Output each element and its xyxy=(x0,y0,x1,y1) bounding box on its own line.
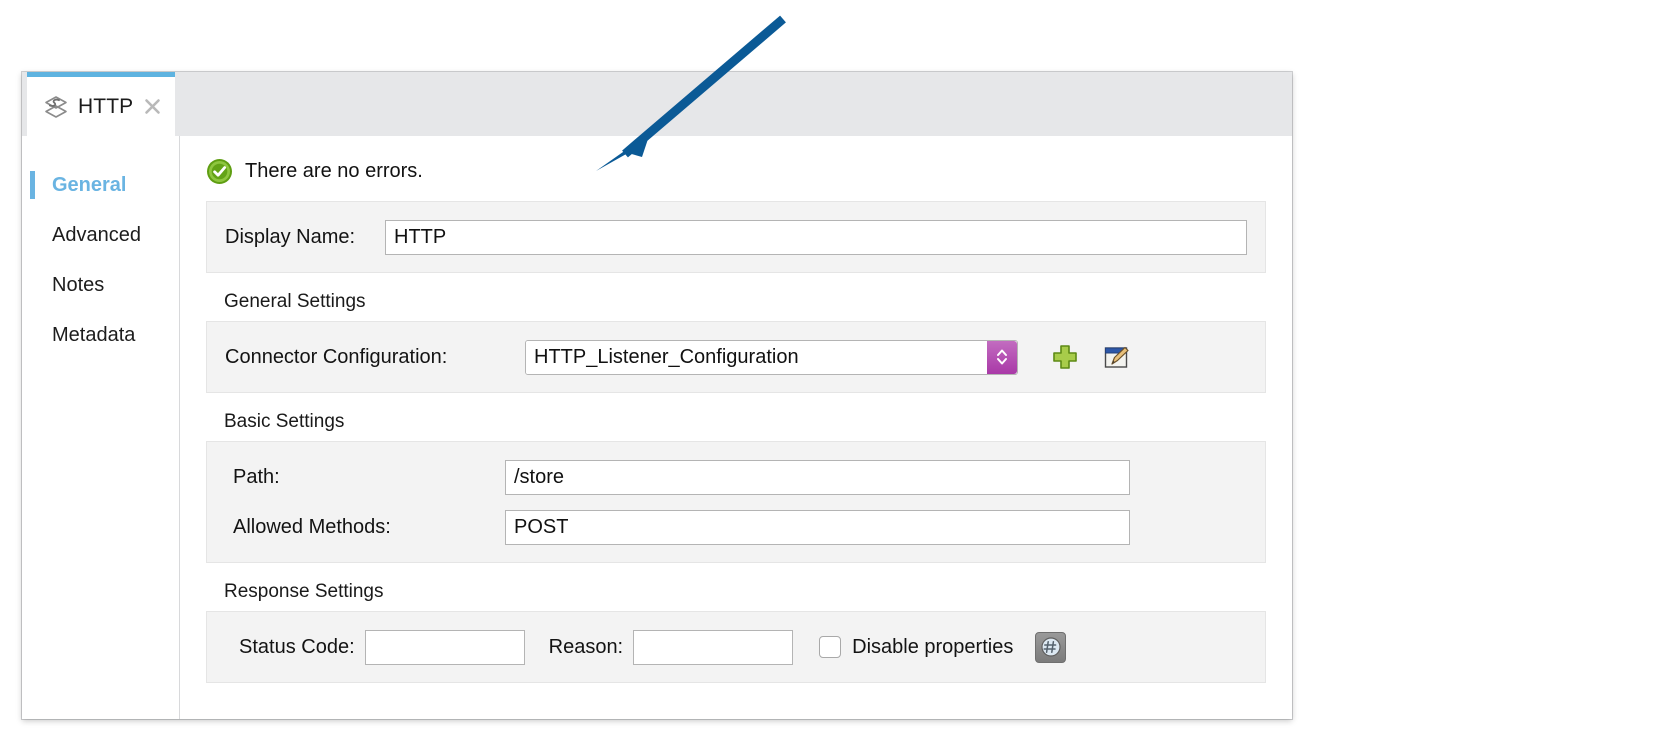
close-icon[interactable] xyxy=(143,97,162,116)
basic-settings-panel: Path: Allowed Methods: xyxy=(206,441,1266,563)
display-name-row: Display Name: xyxy=(225,218,1247,256)
general-settings-title: General Settings xyxy=(224,291,1266,313)
sidebar-item-label: General xyxy=(52,174,126,197)
editor-tab-strip: HTTP xyxy=(22,72,1292,136)
sidebar-item-label: Metadata xyxy=(52,324,135,347)
response-settings-row: Status Code: Reason: Disable properties xyxy=(225,628,1247,666)
checkbox-box[interactable] xyxy=(819,636,841,658)
allowed-methods-input[interactable] xyxy=(505,510,1130,545)
allowed-methods-row: Allowed Methods: xyxy=(225,508,1247,546)
response-settings-panel: Status Code: Reason: Disable properties xyxy=(206,611,1266,683)
sidebar-item-general[interactable]: General xyxy=(22,160,179,210)
basic-settings-title: Basic Settings xyxy=(224,411,1266,433)
screenshot-root: HTTP General Advanced Notes xyxy=(0,0,1678,742)
sidebar-item-label: Advanced xyxy=(52,224,141,247)
path-row: Path: xyxy=(225,458,1247,496)
plus-icon[interactable] xyxy=(1050,342,1080,372)
general-settings-panel: Connector Configuration: xyxy=(206,321,1266,393)
sidebar-item-label: Notes xyxy=(52,274,104,297)
hash-expression-icon[interactable] xyxy=(1035,632,1066,663)
validation-status-text: There are no errors. xyxy=(245,160,423,183)
chevron-up-down-icon[interactable] xyxy=(987,341,1017,374)
edit-pencil-icon[interactable] xyxy=(1102,342,1132,372)
path-input[interactable] xyxy=(505,460,1130,495)
sidebar-item-advanced[interactable]: Advanced xyxy=(22,210,179,260)
connector-configuration-row: Connector Configuration: xyxy=(225,338,1247,376)
form-panels: Display Name: General Settings Connector… xyxy=(180,201,1292,683)
disable-properties-label: Disable properties xyxy=(852,636,1013,659)
status-code-label: Status Code: xyxy=(239,636,355,659)
allowed-methods-label: Allowed Methods: xyxy=(225,516,505,539)
status-code-input[interactable] xyxy=(365,630,525,665)
reason-input[interactable] xyxy=(633,630,793,665)
sidebar-item-notes[interactable]: Notes xyxy=(22,260,179,310)
connector-configuration-input[interactable] xyxy=(526,341,987,374)
success-check-icon xyxy=(206,158,233,185)
editor-body: General Advanced Notes Metadata xyxy=(22,136,1292,719)
path-label: Path: xyxy=(225,466,505,489)
connector-configuration-combo[interactable] xyxy=(525,340,1018,375)
editor-sidebar: General Advanced Notes Metadata xyxy=(22,136,180,719)
reason-label: Reason: xyxy=(549,636,624,659)
http-properties-editor-window: HTTP General Advanced Notes xyxy=(22,72,1292,719)
http-connector-icon xyxy=(43,94,69,120)
tab-http[interactable]: HTTP xyxy=(27,72,175,136)
sidebar-item-metadata[interactable]: Metadata xyxy=(22,310,179,360)
display-name-panel: Display Name: xyxy=(206,201,1266,273)
validation-status: There are no errors. xyxy=(180,136,1292,201)
connector-configuration-label: Connector Configuration: xyxy=(225,346,525,369)
tab-label: HTTP xyxy=(78,95,133,119)
display-name-label: Display Name: xyxy=(225,226,385,249)
disable-properties-checkbox[interactable]: Disable properties xyxy=(819,636,1013,659)
response-settings-title: Response Settings xyxy=(224,581,1266,603)
display-name-input[interactable] xyxy=(385,220,1247,255)
editor-content: There are no errors. Display Name: Gener… xyxy=(180,136,1292,719)
